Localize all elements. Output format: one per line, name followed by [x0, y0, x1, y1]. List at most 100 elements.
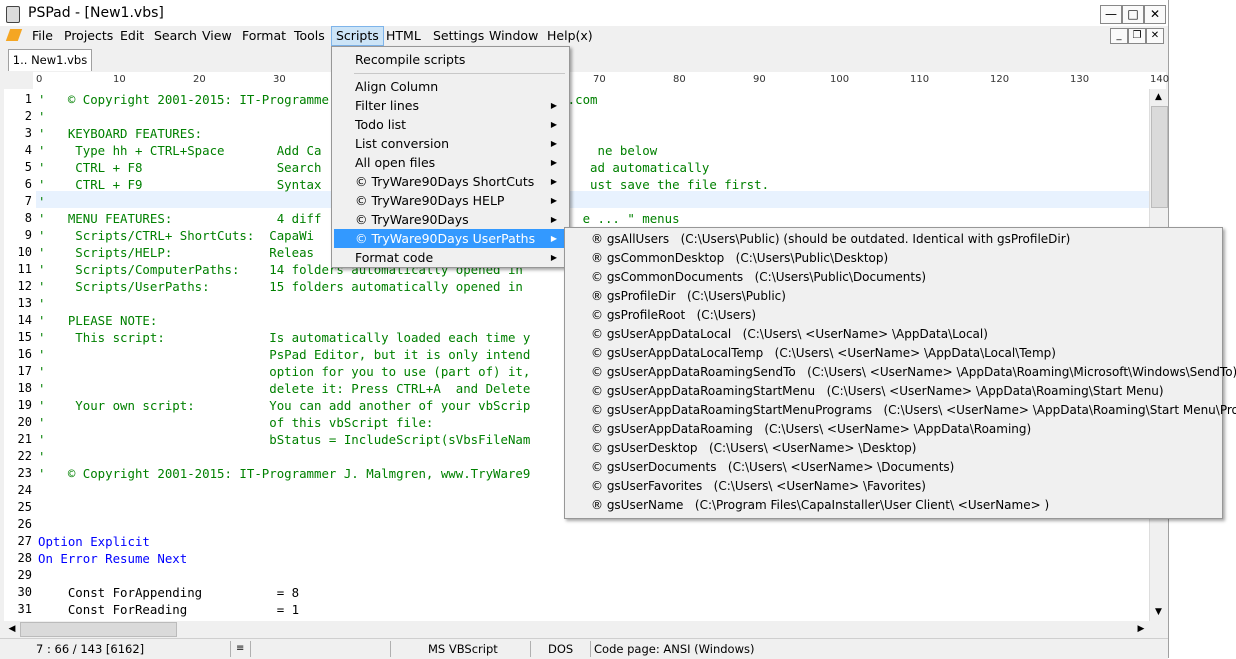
userpaths-menu-item[interactable]: ® gsCommonDesktop (C:\Users\Public\Deskt…	[567, 249, 1217, 268]
code-line: ' of this vbScript file:	[38, 415, 434, 430]
pen-icon	[5, 29, 23, 41]
menu-search[interactable]: Search	[150, 28, 201, 44]
menu-item-label: Filter lines	[355, 98, 420, 113]
submenu-arrow-icon: ▶	[550, 139, 557, 148]
line-number: 9	[24, 228, 32, 242]
line-number: 8	[24, 211, 32, 225]
tab-new1-vbs[interactable]: 1.. New1.vbs	[8, 49, 92, 71]
menu-format[interactable]: Format	[238, 28, 290, 44]
userpaths-menu-item[interactable]: ® gsAllUsers (C:\Users\Public) (should b…	[567, 230, 1217, 249]
line-number: 2	[24, 109, 32, 123]
scroll-left-icon[interactable]: ◀	[4, 621, 20, 637]
scripts-dropdown-menu: Recompile scripts Align Column Filter line…	[331, 46, 570, 268]
line-number: 21	[17, 432, 32, 446]
userpaths-menu-item[interactable]: © gsUserAppDataRoamingStartMenuPrograms …	[567, 401, 1236, 420]
scripts-menu-item[interactable]: © TryWare90Days ComputerPaths▶	[334, 210, 565, 246]
scroll-down-icon[interactable]: ▼	[1150, 604, 1167, 621]
menu-file[interactable]: File	[28, 28, 57, 44]
menu-item-label: © gsUserAppDataRoamingStartMenu (C:\User…	[591, 384, 1164, 398]
menu-separator	[354, 73, 565, 74]
userpaths-menu-item[interactable]: © gsUserDesktop (C:\Users\ <UserName> \D…	[567, 439, 1217, 458]
menu-edit[interactable]: Edit	[116, 28, 148, 44]
status-separator	[590, 641, 591, 657]
status-separator	[230, 641, 231, 657]
submenu-arrow-icon: ▶	[550, 158, 557, 167]
menu-settings[interactable]: Settings	[429, 28, 488, 44]
submenu-arrow-icon: ▶	[550, 253, 557, 262]
tab-strip: 1.. New1.vbs	[0, 47, 1168, 71]
menu-projects[interactable]: Projects	[60, 28, 117, 44]
menu-item-label: Recompile scripts	[355, 52, 466, 67]
userpaths-menu-item[interactable]: © gsUserAppDataRoamingStartMenu (C:\User…	[567, 382, 1217, 401]
ruler-tick: 120	[990, 74, 1010, 85]
menu-tools[interactable]: Tools	[290, 28, 329, 44]
userpaths-menu-item[interactable]: © gsCommonDocuments (C:\Users\Public\Doc…	[567, 268, 1217, 287]
status-separator	[250, 641, 251, 657]
mdi-restore-button[interactable]: ❐	[1128, 28, 1146, 44]
userpaths-menu-item[interactable]: © gsUserAppDataLocal (C:\Users\ <UserNam…	[567, 325, 1217, 344]
scroll-right-icon[interactable]: ▶	[1133, 621, 1149, 637]
userpaths-menu-item[interactable]: © gsUserAppDataRoaming (C:\Users\ <UserN…	[567, 420, 1217, 439]
mdi-close-button[interactable]: ✕	[1146, 28, 1164, 44]
window-title: PSPad - [New1.vbs]	[28, 5, 164, 21]
userpaths-menu-item[interactable]: ® gsUserName (C:\Program Files\CapaInsta…	[567, 496, 1217, 515]
ruler-tick: 70	[593, 74, 606, 85]
scripts-menu-item[interactable]: List conversion ▶	[334, 134, 565, 153]
maximize-button[interactable]: □	[1122, 5, 1144, 24]
line-number: 14	[17, 313, 32, 327]
menu-item-label: © gsUserAppDataRoaming (C:\Users\ <UserN…	[591, 422, 1032, 436]
userpaths-menu-item[interactable]: © gsUserFavorites (C:\Users\ <UserName> …	[567, 477, 1217, 496]
code-line: '	[38, 194, 46, 209]
scripts-menu-item[interactable]: © TryWare90Days HELP ▶	[334, 191, 565, 210]
scripts-menu-item[interactable]: © TryWare90Days ShortCuts ▶	[334, 172, 565, 191]
line-number: 1	[24, 92, 32, 106]
line-number: 3	[24, 126, 32, 140]
horizontal-scroll-thumb[interactable]	[20, 622, 177, 637]
scripts-menu-item[interactable]: © TryWare90Days UserPaths ▶	[334, 229, 565, 248]
status-syntax[interactable]: MS VBScript	[428, 642, 498, 656]
ruler-tick: 110	[910, 74, 930, 85]
menu-item-label: © gsUserAppDataLocal (C:\Users\ <UserNam…	[591, 327, 988, 341]
menu-html[interactable]: HTML	[382, 28, 425, 44]
close-button[interactable]: ✕	[1144, 5, 1166, 24]
code-line: ' option for you to use (part of) it,	[38, 364, 531, 379]
line-number: 18	[17, 381, 32, 395]
status-eol[interactable]: DOS	[548, 642, 573, 656]
scripts-menu-item[interactable]: Todo list ▶	[334, 115, 565, 134]
line-number: 12	[17, 279, 32, 293]
menu-scripts[interactable]: Scripts	[331, 26, 384, 46]
line-number: 23	[17, 466, 32, 480]
scroll-up-icon[interactable]: ▲	[1150, 89, 1167, 106]
minimize-button[interactable]: —	[1100, 5, 1122, 24]
scripts-menu-item[interactable]: Format code ▶	[334, 248, 565, 267]
code-line: ' Your own script: You can add another o…	[38, 398, 531, 413]
menu-view[interactable]: View	[198, 28, 236, 44]
scripts-menu-item[interactable]: Filter lines ▶	[334, 96, 565, 115]
userpaths-menu-item[interactable]: © gsUserDocuments (C:\Users\ <UserName> …	[567, 458, 1217, 477]
menu-item-label: © TryWare90Days UserPaths	[355, 231, 536, 246]
submenu-arrow-icon: ▶	[550, 101, 557, 110]
code-line: '	[38, 109, 46, 124]
userpaths-menu-item[interactable]: © gsUserAppDataLocalTemp (C:\Users\ <Use…	[567, 344, 1217, 363]
mdi-minimize-button[interactable]: _	[1110, 28, 1128, 44]
userpaths-menu-item[interactable]: © gsUserAppDataRoamingSendTo (C:\Users\ …	[567, 363, 1236, 382]
menu-window[interactable]: Window	[485, 28, 542, 44]
code-line: ' delete it: Press CTRL+A and Delete	[38, 381, 531, 396]
submenu-arrow-icon: ▶	[550, 234, 557, 243]
menu-item-label: © gsUserDocuments (C:\Users\ <UserName> …	[591, 460, 955, 474]
menu-item-label: © gsUserAppDataLocalTemp (C:\Users\ <Use…	[591, 346, 1056, 360]
menu-help[interactable]: Help(x)	[543, 28, 597, 44]
code-line: '	[38, 449, 46, 464]
scripts-menu-item[interactable]: Align Column	[334, 77, 565, 96]
scripts-menu-item[interactable]: Recompile scripts	[334, 50, 565, 69]
scripts-menu-item[interactable]: All open files ▶	[334, 153, 565, 172]
menu-item-label: © gsUserAppDataRoamingStartMenuPrograms …	[591, 403, 1236, 417]
status-codepage[interactable]: Code page: ANSI (Windows)	[594, 642, 754, 656]
horizontal-scrollbar[interactable]: ◀ ▶	[4, 621, 1149, 637]
userpaths-menu-item[interactable]: © gsProfileRoot (C:\Users)	[567, 306, 1217, 325]
line-number: 6	[24, 177, 32, 191]
userpaths-menu-item[interactable]: ® gsProfileDir (C:\Users\Public)	[567, 287, 1217, 306]
line-number: 19	[17, 398, 32, 412]
vertical-scroll-thumb[interactable]	[1151, 106, 1168, 208]
menu-item-label: © gsUserFavorites (C:\Users\ <UserName> …	[591, 479, 926, 493]
